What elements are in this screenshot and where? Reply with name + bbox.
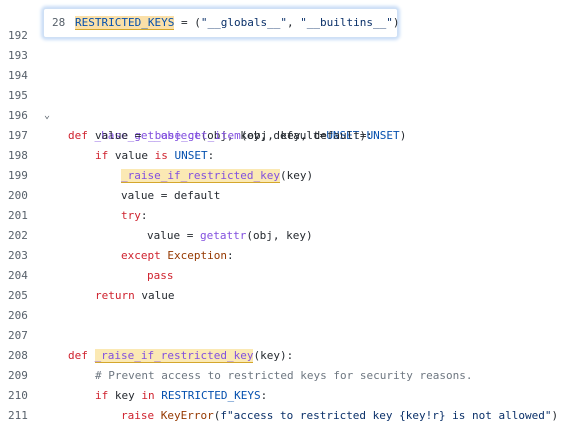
code-text: value = _base_get_item(obj, key, default…	[95, 129, 407, 142]
code-text: pass	[147, 269, 174, 282]
code-line[interactable]: 195 ⌄ def _base_get_object(obj, key, def…	[0, 66, 373, 142]
code-line[interactable]: 200 try:	[0, 166, 148, 222]
code-text: return value	[95, 289, 175, 302]
fold-chevron-icon[interactable]: ⌄	[40, 106, 54, 126]
code-line[interactable]: 208 # Prevent access to restricted keys …	[0, 326, 473, 382]
code-text: _raise_if_restricted_key(key)	[121, 169, 314, 183]
code-text: try:	[121, 209, 148, 222]
definition-peek-popup[interactable]: 28 RESTRICTED_KEYS = ("__globals__", "__…	[43, 8, 400, 38]
code-editor[interactable]: 192 193 194 195 ⌄ def _base_get_object(o…	[0, 0, 563, 422]
code-text: if key in RESTRICTED_KEYS:	[95, 389, 268, 402]
code-text: value = getattr(obj, key)	[147, 229, 313, 242]
code-line[interactable]: 198 _raise_if_restricted_key(key)	[0, 126, 313, 183]
code-text: except Exception:	[121, 249, 234, 262]
code-line[interactable]: 194	[0, 46, 28, 82]
popup-symbol-highlight[interactable]: RESTRICTED_KEYS	[75, 16, 175, 30]
code-line[interactable]: 203 pass	[0, 226, 174, 282]
code-line[interactable]: 201 value = getattr(obj, key)	[0, 186, 313, 242]
symbol-highlight[interactable]: _raise_if_restricted_key	[121, 169, 280, 183]
code-line[interactable]: 199 value = default	[0, 146, 220, 202]
code-text: # Prevent access to restricted keys for …	[95, 369, 473, 382]
code-line[interactable]: 196 value = _base_get_item(obj, key, def…	[0, 86, 406, 142]
code-line[interactable]: 209 if key in RESTRICTED_KEYS:	[0, 346, 267, 402]
code-line[interactable]: 210 raise KeyError(f"access to restricte…	[0, 366, 558, 422]
code-text: if value is UNSET:	[95, 149, 215, 162]
code-line[interactable]: 207 def _raise_if_restricted_key(key):	[0, 306, 293, 363]
line-number: 211	[8, 409, 28, 422]
code-line[interactable]: 204 return value	[0, 246, 175, 302]
code-text: value = default	[121, 189, 221, 202]
code-line[interactable]: 211	[0, 386, 28, 422]
code-text: raise KeyError(f"access to restricted ke…	[121, 409, 559, 422]
code-line[interactable]: 193	[0, 26, 28, 62]
code-line[interactable]: 197 if value is UNSET:	[0, 106, 214, 162]
popup-code-text: RESTRICTED_KEYS = ("__globals__", "__bui…	[75, 16, 400, 30]
code-text: def _raise_if_restricted_key(key):	[68, 349, 294, 363]
code-line[interactable]: 192	[0, 6, 28, 42]
code-line[interactable]: 202 except Exception:	[0, 206, 234, 262]
code-line[interactable]: 206	[0, 286, 28, 322]
popup-line-number: 28	[52, 16, 66, 29]
symbol-highlight[interactable]: _raise_if_restricted_key	[94, 349, 254, 363]
code-line[interactable]: 205	[0, 266, 28, 302]
